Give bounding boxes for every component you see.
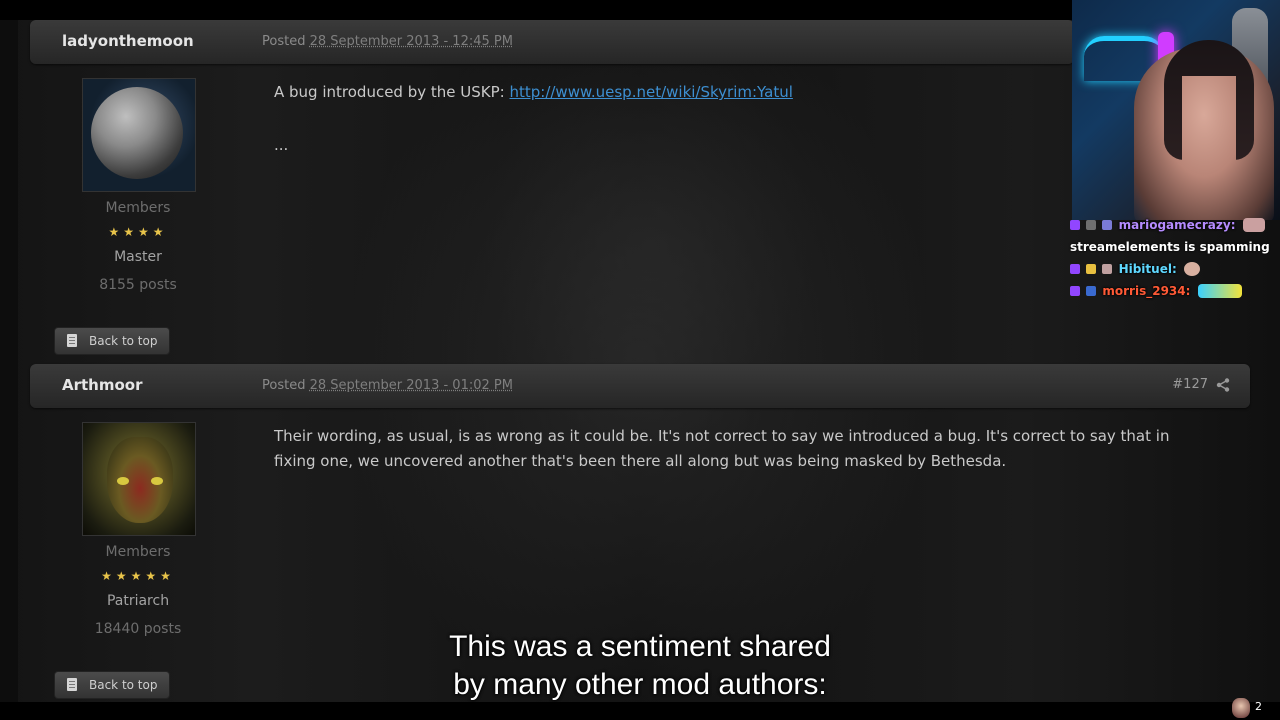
post-date-link[interactable]: 28 September 2013 - 01:02 PM bbox=[310, 378, 513, 393]
post-body: Their wording, as usual, is as wrong as … bbox=[274, 424, 1234, 474]
member-rank: Patriarch bbox=[106, 593, 170, 609]
moon-image bbox=[91, 87, 183, 179]
viewer-count: 2 bbox=[1255, 700, 1262, 713]
post-body-line: fixing one, we uncovered another that's … bbox=[274, 452, 1007, 470]
back-to-top-label: Back to top bbox=[89, 334, 158, 348]
avatar[interactable] bbox=[82, 422, 196, 536]
post-count: 8155 posts bbox=[99, 277, 177, 293]
subtitle-line: This was a sentiment shared bbox=[449, 630, 831, 663]
months-badge-icon bbox=[1086, 286, 1097, 296]
months-badge-icon bbox=[1102, 264, 1113, 274]
emote-icon bbox=[1183, 262, 1200, 276]
post-body-line: Their wording, as usual, is as wrong as … bbox=[274, 427, 1170, 445]
member-group: Members bbox=[105, 544, 171, 560]
post-header: Arthmoor Posted 28 September 2013 - 01:0… bbox=[30, 364, 1250, 408]
chat-message-text: streamelements is spamming bbox=[1070, 240, 1270, 262]
member-rank: Master bbox=[114, 249, 162, 265]
eye bbox=[117, 477, 129, 485]
post-header: ladyonthemoon Posted 28 September 2013 -… bbox=[30, 20, 1074, 64]
post-body: A bug introduced by the USKP: http://www… bbox=[274, 80, 793, 105]
bits-badge-icon bbox=[1086, 264, 1097, 274]
posted-label: Posted bbox=[262, 378, 306, 393]
post-number-link[interactable]: #127 bbox=[1172, 377, 1208, 392]
months-badge-icon bbox=[1102, 220, 1113, 230]
post-body-text: A bug introduced by the USKP: bbox=[274, 83, 505, 101]
posted-label: Posted bbox=[262, 34, 306, 49]
emote-icon bbox=[1242, 218, 1265, 232]
post-author[interactable]: Arthmoor bbox=[62, 376, 143, 394]
chat-text: streamelements is spamming bbox=[1070, 240, 1270, 254]
chat-username[interactable]: Hibituel: bbox=[1119, 262, 1177, 276]
avatar[interactable] bbox=[82, 78, 196, 192]
post-date: Posted 28 September 2013 - 12:45 PM bbox=[262, 34, 513, 49]
post-author[interactable]: ladyonthemoon bbox=[62, 32, 194, 50]
uesp-link[interactable]: http://www.uesp.net/wiki/Skyrim:Yatul bbox=[509, 83, 792, 101]
chat-overlay: mariogamecrazy: streamelements is spammi… bbox=[1070, 218, 1270, 306]
chat-username[interactable]: morris_2934: bbox=[1102, 284, 1190, 298]
gift-badge-icon bbox=[1086, 220, 1097, 230]
video-frame: ladyonthemoon Posted 28 September 2013 -… bbox=[0, 0, 1280, 720]
twitch-badge-icon bbox=[1070, 286, 1080, 296]
member-group: Members bbox=[105, 200, 171, 216]
emote-icon bbox=[1197, 284, 1242, 298]
rank-stars: ★★★★ bbox=[108, 225, 168, 239]
bottom-black-bar bbox=[0, 702, 1280, 720]
chat-username[interactable]: mariogamecrazy: bbox=[1119, 218, 1236, 232]
back-to-top-button[interactable]: Back to top bbox=[54, 327, 170, 355]
post-date-link[interactable]: 28 September 2013 - 12:45 PM bbox=[310, 34, 513, 49]
post-date: Posted 28 September 2013 - 01:02 PM bbox=[262, 378, 513, 393]
twitch-badge-icon bbox=[1070, 264, 1080, 274]
chat-message: Hibituel: bbox=[1070, 262, 1270, 284]
rank-stars: ★★★★★ bbox=[101, 569, 175, 583]
share-icon[interactable] bbox=[1216, 378, 1230, 392]
subtitle-line: by many other mod authors: bbox=[453, 668, 827, 701]
eye bbox=[151, 477, 163, 485]
left-edge bbox=[0, 0, 18, 720]
document-icon bbox=[67, 334, 77, 347]
webcam-overlay bbox=[1072, 0, 1280, 220]
viewer-avatar-icon bbox=[1232, 698, 1250, 718]
lizard-face-image bbox=[107, 437, 173, 523]
post-ellipsis: ... bbox=[274, 136, 289, 154]
chat-message: morris_2934: bbox=[1070, 284, 1270, 306]
twitch-badge-icon bbox=[1070, 220, 1080, 230]
chat-message: mariogamecrazy: bbox=[1070, 218, 1270, 240]
